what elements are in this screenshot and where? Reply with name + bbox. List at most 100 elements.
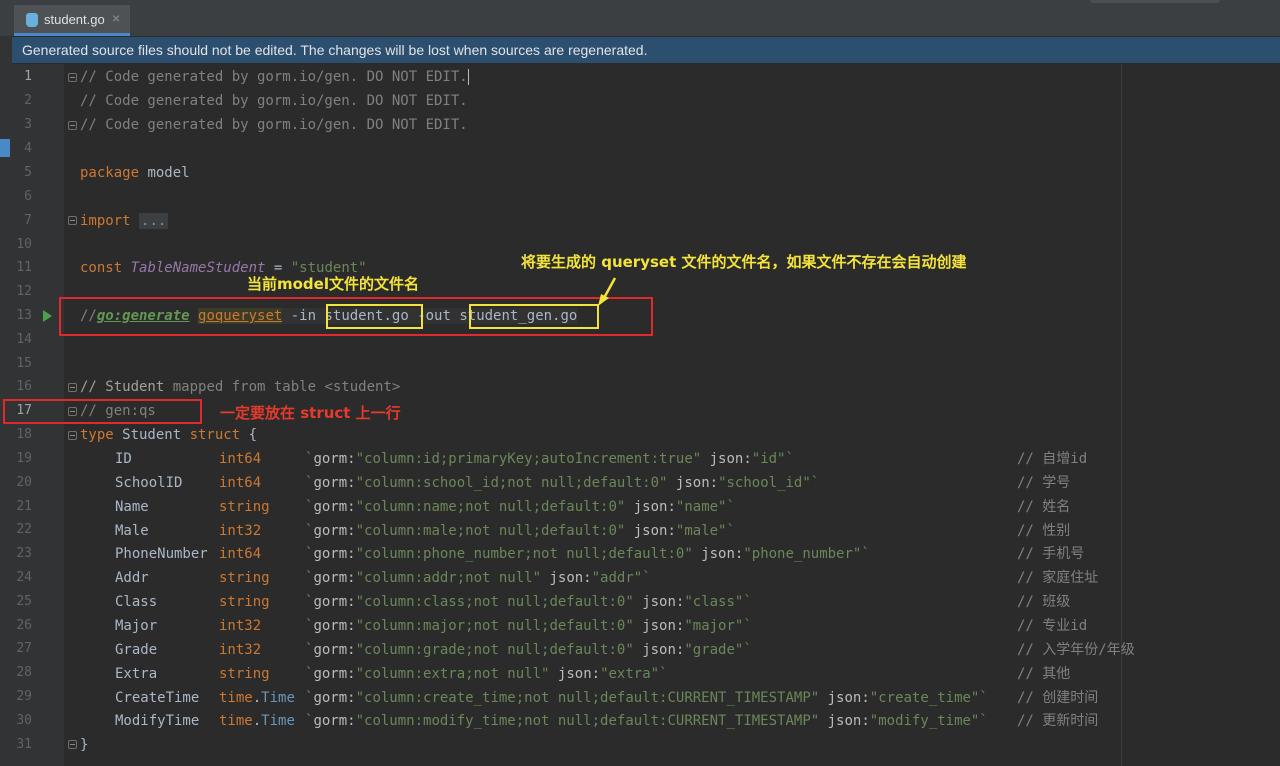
search-field-edge[interactable] — [1090, 0, 1220, 3]
field-type: int32 — [219, 642, 262, 658]
field-name: Male — [115, 523, 149, 539]
field-tag: `gorm:"column:class;not null;default:0" … — [305, 594, 752, 610]
code-line-close-brace: } — [80, 737, 89, 753]
editor-tab-bar: student.go × — [0, 0, 1280, 36]
code-line-import: import ... — [80, 213, 169, 229]
field-comment: // 姓名 — [1017, 499, 1071, 515]
run-generate-icon[interactable] — [43, 310, 52, 322]
line-number: 2 — [24, 93, 32, 108]
code-line-2: // Code generated by gorm.io/gen. DO NOT… — [80, 93, 468, 109]
line-number: 1 — [24, 69, 32, 84]
line-number: 30 — [16, 713, 32, 728]
line-number: 12 — [16, 284, 32, 299]
field-type: int64 — [219, 451, 262, 467]
field-type: int64 — [219, 475, 262, 491]
field-comment: // 专业id — [1017, 618, 1088, 634]
field-type: int32 — [219, 523, 262, 539]
line-number: 14 — [16, 332, 32, 347]
tab-label: student.go — [44, 12, 105, 27]
line-number: 7 — [24, 213, 32, 228]
tab-student-go[interactable]: student.go × — [14, 5, 130, 36]
field-tag: `gorm:"column:extra;not null" json:"extr… — [305, 666, 668, 682]
field-name: Extra — [115, 666, 158, 682]
code-line-16: // Student mapped from table <student> — [80, 379, 401, 395]
field-name: ID — [115, 451, 132, 467]
field-tag: `gorm:"column:id;primaryKey;autoIncremen… — [305, 451, 794, 467]
field-tag: `gorm:"column:phone_number;not null;defa… — [305, 546, 870, 562]
field-type: time.Time — [219, 713, 295, 729]
code-line-1: // Code generated by gorm.io/gen. DO NOT… — [80, 69, 469, 85]
line-number: 21 — [16, 499, 32, 514]
field-comment: // 更新时间 — [1017, 713, 1099, 729]
field-type: int64 — [219, 546, 262, 562]
field-name: Class — [115, 594, 158, 610]
field-name: Addr — [115, 570, 149, 586]
banner-text: Generated source files should not be edi… — [22, 42, 648, 58]
generated-file-banner: Generated source files should not be edi… — [12, 37, 1280, 63]
field-tag: `gorm:"column:male;not null;default:0" j… — [305, 523, 735, 539]
out-file-highlight-box — [469, 304, 599, 329]
field-type: string — [219, 666, 270, 682]
text-cursor — [467, 69, 469, 85]
fold-marker[interactable] — [68, 121, 77, 130]
line-number: 31 — [16, 737, 32, 752]
field-comment: // 自增id — [1017, 451, 1088, 467]
line-number: 26 — [16, 618, 32, 633]
field-tag: `gorm:"column:school_id;not null;default… — [305, 475, 820, 491]
code-line-package: package model — [80, 165, 190, 181]
fold-marker[interactable] — [68, 383, 77, 392]
line-number: 18 — [16, 427, 32, 442]
field-name: SchoolID — [115, 475, 183, 491]
field-comment: // 学号 — [1017, 475, 1071, 491]
field-comment: // 性别 — [1017, 523, 1071, 539]
field-comment: // 班级 — [1017, 594, 1071, 610]
in-file-annotation: 当前model文件的文件名 — [247, 275, 419, 293]
line-number: 5 — [24, 165, 32, 180]
field-comment: // 入学年份/年级 — [1017, 642, 1135, 658]
code-line-3: // Code generated by gorm.io/gen. DO NOT… — [80, 117, 468, 133]
field-type: string — [219, 570, 270, 586]
line-number: 13 — [16, 308, 32, 323]
go-file-icon — [26, 13, 38, 27]
field-name: Grade — [115, 642, 158, 658]
fold-marker[interactable] — [68, 431, 77, 440]
field-name: Major — [115, 618, 158, 634]
line-number: 3 — [24, 117, 32, 132]
field-type: string — [219, 594, 270, 610]
field-tag: `gorm:"column:addr;not null" json:"addr"… — [305, 570, 651, 586]
field-name: ModifyTime — [115, 713, 200, 729]
field-comment: // 创建时间 — [1017, 690, 1099, 706]
field-tag: `gorm:"column:grade;not null;default:0" … — [305, 642, 752, 658]
line-number: 29 — [16, 689, 32, 704]
line-number: 25 — [16, 594, 32, 609]
fold-marker[interactable] — [68, 73, 77, 82]
code-line-type: type Student struct { — [80, 427, 258, 443]
folded-imports[interactable]: ... — [139, 213, 169, 229]
line-number: 19 — [16, 451, 32, 466]
line-number: 11 — [16, 260, 32, 275]
gen-qs-highlight-box — [3, 399, 202, 424]
line-number: 16 — [16, 379, 32, 394]
line-number: 15 — [16, 356, 32, 371]
fold-marker[interactable] — [68, 216, 77, 225]
field-type: int32 — [219, 618, 262, 634]
field-tag: `gorm:"column:name;not null;default:0" j… — [305, 499, 735, 515]
line-number: 20 — [16, 475, 32, 490]
close-tab-icon[interactable]: × — [112, 10, 120, 26]
field-comment: // 家庭住址 — [1017, 570, 1099, 586]
field-name: Name — [115, 499, 149, 515]
project-selection-marker[interactable] — [0, 139, 10, 157]
field-tag: `gorm:"column:create_time;not null;defau… — [305, 690, 988, 706]
fold-marker[interactable] — [68, 740, 77, 749]
line-number: 4 — [24, 141, 32, 156]
in-file-highlight-box — [326, 304, 423, 329]
field-type: time.Time — [219, 690, 295, 706]
out-file-annotation: 将要生成的 queryset 文件的文件名，如果文件不存在会自动创建 — [521, 253, 967, 271]
line-number: 24 — [16, 570, 32, 585]
field-tag: `gorm:"column:major;not null;default:0" … — [305, 618, 752, 634]
line-number: 10 — [16, 237, 32, 252]
line-number: 6 — [24, 189, 32, 204]
line-number: 23 — [16, 546, 32, 561]
field-name: CreateTime — [115, 690, 200, 706]
line-number: 22 — [16, 522, 32, 537]
